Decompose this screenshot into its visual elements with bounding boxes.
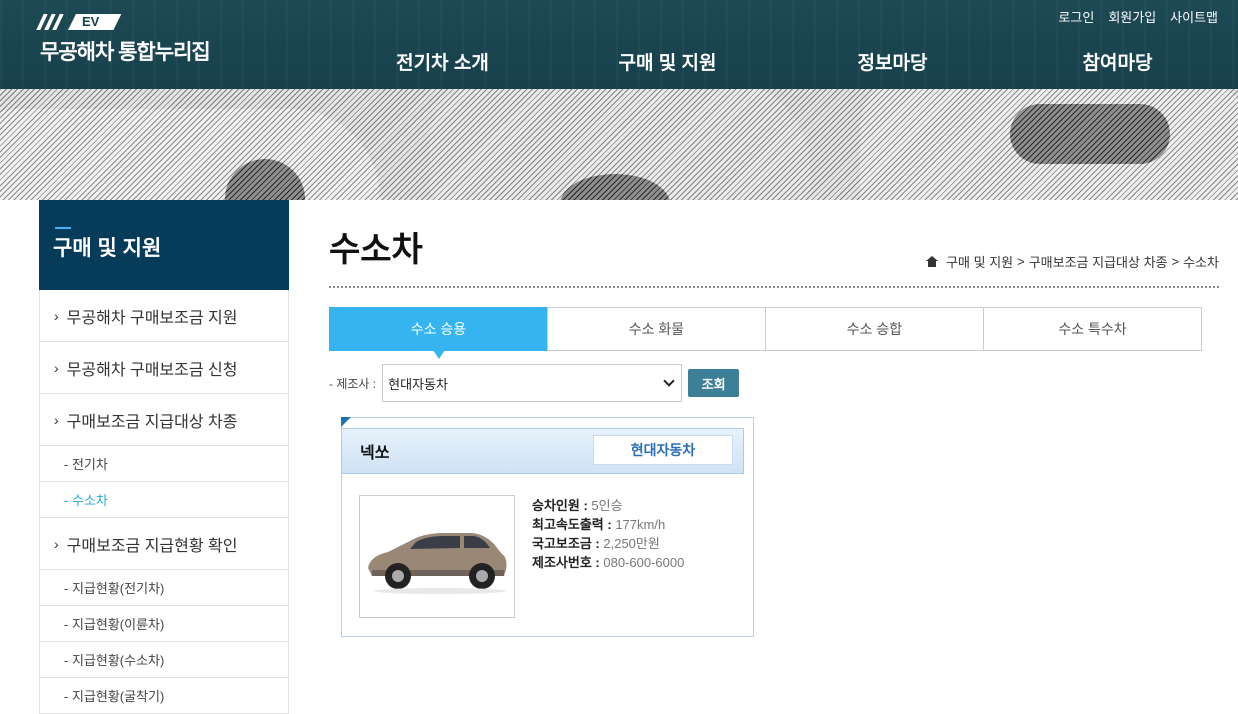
sidebar-sub-ev[interactable]: - 전기차 bbox=[40, 446, 288, 482]
manufacturer-select[interactable]: 현대자동차 bbox=[382, 364, 683, 402]
hero-banner-image bbox=[0, 89, 1238, 200]
nav-participation[interactable]: 참여마당 bbox=[1005, 48, 1230, 75]
vehicle-image bbox=[359, 495, 515, 618]
breadcrumb-separator-icon: > bbox=[1171, 254, 1180, 269]
chevron-right-icon: › bbox=[54, 411, 59, 428]
vehicle-type-tabs: 수소 승용 수소 화물 수소 승합 수소 특수차 bbox=[329, 307, 1205, 359]
home-icon[interactable] bbox=[926, 256, 939, 267]
tab-hydrogen-bus[interactable]: 수소 승합 bbox=[765, 307, 984, 351]
logo-badge: EV bbox=[68, 14, 121, 30]
filter-label: - 제조사 : bbox=[329, 376, 377, 391]
nav-info[interactable]: 정보마당 bbox=[780, 48, 1005, 75]
sidebar-title-text: 구매 및 지원 bbox=[53, 237, 162, 260]
breadcrumb-separator-icon: > bbox=[1017, 254, 1025, 269]
spec-seats: 승차인원 : 5인승 bbox=[532, 498, 623, 513]
search-button[interactable]: 조회 bbox=[688, 369, 740, 397]
login-link[interactable]: 로그인 bbox=[1058, 7, 1094, 26]
sidebar-item-label: 구매보조금 지급대상 차종 bbox=[66, 413, 238, 431]
spec-subsidy: 국고보조금 : 2,250만원 bbox=[532, 536, 660, 551]
chevron-right-icon: › bbox=[54, 307, 59, 324]
spec-max-speed: 최고속도출력 : 177km/h bbox=[532, 517, 666, 532]
sidebar-item-label: 구매보조금 지급현황 확인 bbox=[66, 537, 238, 555]
breadcrumb: 구매 및 지원 > 구매보조금 지급대상 차종 > 수소차 bbox=[926, 252, 1219, 271]
page-title: 수소차 bbox=[329, 231, 423, 269]
ev-logo-mark: EV bbox=[36, 14, 210, 30]
chevron-right-icon: › bbox=[54, 359, 59, 376]
tab-hydrogen-passenger[interactable]: 수소 승용 bbox=[329, 307, 548, 359]
sidebar: 구매 및 지원 › 무공해차 구매보조금 지원 › 무공해차 구매보조금 신청 … bbox=[39, 200, 289, 714]
card-corner-marker bbox=[341, 417, 351, 427]
tab-hydrogen-truck[interactable]: 수소 화물 bbox=[547, 307, 766, 351]
sitemap-link[interactable]: 사이트맵 bbox=[1170, 7, 1218, 26]
site-header: EV 무공해차 통합누리집 로그인 회원가입 사이트맵 전기차 소개 구매 및 … bbox=[0, 0, 1238, 89]
divider bbox=[329, 286, 1219, 288]
chevron-right-icon: › bbox=[54, 535, 59, 552]
sidebar-menu: › 무공해차 구매보조금 지원 › 무공해차 구매보조금 신청 › 구매보조금 … bbox=[39, 290, 289, 714]
title-accent-bar bbox=[55, 227, 71, 229]
suv-car-icon bbox=[360, 496, 514, 617]
manufacturer-badge[interactable]: 현대자동차 bbox=[593, 435, 733, 465]
sidebar-sub-hydrogen[interactable]: - 수소차 bbox=[40, 482, 288, 518]
sidebar-title: 구매 및 지원 bbox=[39, 200, 289, 290]
nav-ev-intro[interactable]: 전기차 소개 bbox=[330, 48, 555, 75]
sidebar-item-subsidy-apply[interactable]: › 무공해차 구매보조금 신청 bbox=[40, 342, 288, 394]
sidebar-item-eligible-models[interactable]: › 구매보조금 지급대상 차종 bbox=[40, 394, 288, 446]
sidebar-item-payment-status[interactable]: › 구매보조금 지급현황 확인 bbox=[40, 518, 288, 570]
sidebar-sub-status-bike[interactable]: - 지급현황(이륜차) bbox=[40, 606, 288, 642]
vehicle-name: 넥쏘 bbox=[360, 445, 390, 462]
breadcrumb-item[interactable]: 구매보조금 지급대상 차종 bbox=[1029, 252, 1168, 271]
sidebar-item-label: 무공해차 구매보조금 신청 bbox=[66, 361, 238, 379]
chevron-down-icon bbox=[663, 375, 675, 387]
vehicle-specs: 승차인원 : 5인승 최고속도출력 : 177km/h 국고보조금 : 2,25… bbox=[532, 496, 684, 572]
sidebar-sub-status-hydrogen[interactable]: - 지급현황(수소차) bbox=[40, 642, 288, 678]
breadcrumb-item[interactable]: 구매 및 지원 bbox=[946, 252, 1013, 271]
vehicle-card-header: 넥쏘 현대자동차 bbox=[341, 428, 744, 474]
sidebar-item-label: 무공해차 구매보조금 지원 bbox=[66, 309, 238, 327]
main-navigation: 전기차 소개 구매 및 지원 정보마당 참여마당 bbox=[330, 48, 1230, 75]
sidebar-sub-status-ev[interactable]: - 지급현황(전기차) bbox=[40, 570, 288, 606]
select-value: 현대자동차 bbox=[388, 376, 448, 392]
utility-links: 로그인 회원가입 사이트맵 bbox=[1058, 7, 1218, 26]
manufacturer-filter: - 제조사 : 현대자동차 조회 bbox=[329, 364, 740, 402]
tab-hydrogen-special[interactable]: 수소 특수차 bbox=[983, 307, 1202, 351]
nav-purchase-support[interactable]: 구매 및 지원 bbox=[555, 48, 780, 75]
sidebar-item-subsidy-support[interactable]: › 무공해차 구매보조금 지원 bbox=[40, 290, 288, 342]
vehicle-card: 넥쏘 현대자동차 승차인원 : 5인승 최고속도출력 : 177km/h 국고보… bbox=[341, 417, 754, 637]
signup-link[interactable]: 회원가입 bbox=[1108, 7, 1156, 26]
spec-maker-phone: 제조사번호 : 080-600-6000 bbox=[532, 555, 685, 570]
sidebar-sub-status-excavator[interactable]: - 지급현황(굴착기) bbox=[40, 678, 288, 714]
logo-title: 무공해차 통합누리집 bbox=[40, 41, 211, 64]
site-logo[interactable]: EV 무공해차 통합누리집 bbox=[36, 14, 211, 66]
breadcrumb-item[interactable]: 수소차 bbox=[1183, 252, 1219, 271]
